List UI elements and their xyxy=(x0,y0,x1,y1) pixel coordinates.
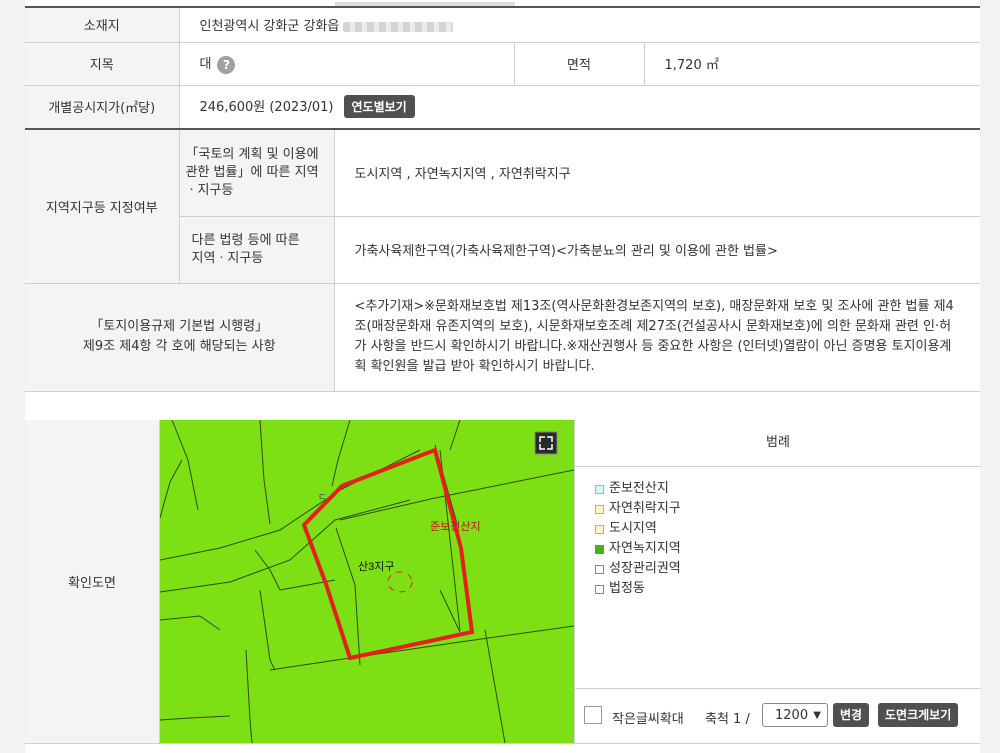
chevron-down-icon: ▼ xyxy=(813,710,821,721)
legend-panel: 범례 준보전산지 자연취락지구 도시지역 자연녹지지역 성장관리권역 법정동 작… xyxy=(574,420,981,743)
enlarge-text-label: 작은글씨확대 xyxy=(612,712,684,727)
law2-value: 가축사육제한구역(가축사육제한구역)<가축분뇨의 관리 및 이용에 관한 법률> xyxy=(334,216,981,284)
help-icon[interactable]: ? xyxy=(217,55,236,74)
legend-swatch xyxy=(595,584,604,594)
area-label: 면적 xyxy=(514,42,645,86)
regulation-note: <추가기재>※문화재보호법 제13조(역사문화환경보존지역의 보호), 매장문화… xyxy=(334,283,981,392)
district-text: 산3지구 xyxy=(358,560,394,573)
price-value: 246,600원 (2023/01) 연도별보기 xyxy=(179,85,981,130)
scale-label: 축척 1 / xyxy=(705,712,750,727)
location-value: 인천광역시 강화군 강화읍 xyxy=(179,6,981,43)
enlarge-text-checkbox[interactable] xyxy=(584,706,602,724)
legend-swatch xyxy=(595,544,604,554)
map-canvas: 준보전산지 산3지구 ㄷ xyxy=(159,419,575,744)
enlarge-map-button[interactable]: 도면크게보기 xyxy=(878,703,959,727)
location-label: 소재지 xyxy=(25,6,180,43)
legend-item: 법정동 xyxy=(595,579,981,599)
legend-item: 자연취락지구 xyxy=(595,499,981,519)
legend-item: 도시지역 xyxy=(595,519,981,539)
map-background xyxy=(160,420,574,743)
legend-item: 성장관리권역 xyxy=(595,559,981,579)
legend-title: 범례 xyxy=(575,420,981,467)
zoning-label: 지역지구등 지정여부 xyxy=(25,128,180,284)
parcel-map[interactable]: 준보전산지 산3지구 ㄷ xyxy=(159,419,575,744)
map-label: 확인도면 xyxy=(25,420,160,743)
legend-item: 준보전산지 xyxy=(595,479,981,499)
land-info-table: 소재지 인천광역시 강화군 강화읍 지목 대? 면적 1,720 ㎡ 개별공시지… xyxy=(25,6,981,392)
legend-swatch xyxy=(595,524,604,534)
area-value: 1,720 ㎡ xyxy=(644,42,981,86)
legend-list: 준보전산지 자연취락지구 도시지역 자연녹지지역 성장관리권역 법정동 xyxy=(595,479,981,599)
redacted-address xyxy=(343,21,454,32)
yearly-view-button[interactable]: 연도별보기 xyxy=(343,95,415,119)
law1-value: 도시지역 , 자연녹지지역 , 자연취락지구 xyxy=(334,128,981,217)
map-controls: 작은글씨확대 축척 1 / 1200 ▼ 변경 도면크게보기 xyxy=(575,688,981,743)
tiny-map-mark: ㄷ xyxy=(318,492,326,502)
scale-select[interactable]: 1200 ▼ xyxy=(762,703,828,727)
change-scale-button[interactable]: 변경 xyxy=(833,703,870,727)
legend-swatch xyxy=(595,484,604,494)
fullscreen-icon[interactable] xyxy=(534,431,558,455)
regulation-label: 「토지이용규제 기본법 시행령」 제9조 제4항 각 호에 해당되는 사항 xyxy=(25,283,335,392)
land-use-plan-panel: 소재지 인천광역시 강화군 강화읍 지목 대? 면적 1,720 ㎡ 개별공시지… xyxy=(25,0,981,753)
landcat-value: 대? xyxy=(179,42,515,86)
map-section: 확인도면 준보전산지 산3지구 ㄷ 범례 준보전산지 자연취락지구 도시지역 자… xyxy=(25,419,981,744)
landcat-label: 지목 xyxy=(25,42,180,86)
law1-label: 「국토의 계획 및 이용에 관한 법률」에 따른 지역ㆍ지구등 xyxy=(179,128,335,217)
law2-label: 다른 법령 등에 따른 지역ㆍ지구등 xyxy=(179,216,335,284)
legend-swatch xyxy=(595,564,604,574)
price-label: 개별공시지가(㎡당) xyxy=(25,85,180,130)
legend-swatch xyxy=(595,504,604,514)
zone-text: 준보전산지 xyxy=(430,520,481,533)
legend-item: 자연녹지지역 xyxy=(595,539,981,559)
